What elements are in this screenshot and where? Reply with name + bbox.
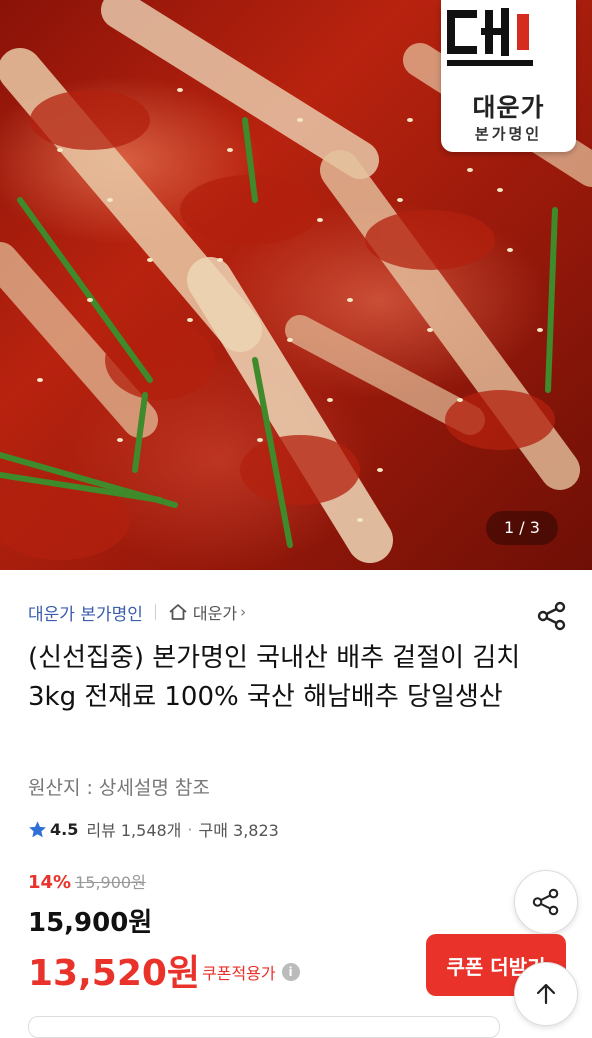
logo-name: 대운가 xyxy=(472,93,545,122)
share-icon xyxy=(532,888,559,916)
review-count[interactable]: 리뷰 1,548개 xyxy=(86,817,181,841)
brand-row: 대운가 본가명인 대운가 › xyxy=(28,600,246,625)
brand-logo: 대운가 본가명인 xyxy=(441,0,576,152)
store-home-link[interactable]: 대운가 › xyxy=(168,600,246,624)
chevron-right-icon: › xyxy=(240,603,247,621)
info-icon[interactable]: i xyxy=(281,963,300,981)
home-icon xyxy=(169,604,187,620)
rating-row[interactable]: 4.5 리뷰 1,548개 · 구매 3,823 xyxy=(28,817,279,841)
star-icon xyxy=(29,820,46,837)
logo-mark-icon xyxy=(443,4,539,68)
product-title: (신선집중) 본가명인 국내산 배추 겉절이 김치 3kg 전재료 100% 국… xyxy=(28,643,521,712)
original-price: 15,900원 xyxy=(75,873,146,892)
image-counter: 1 / 3 xyxy=(486,511,558,545)
discount-rate: 14% xyxy=(28,872,72,893)
coupon-price: 13,520원 xyxy=(28,953,201,994)
share-icon[interactable] xyxy=(536,600,568,632)
coupon-note: 쿠폰적용가 i xyxy=(202,960,300,984)
arrow-up-icon xyxy=(536,983,556,1005)
origin-info: 원산지 : 상세설명 참조 xyxy=(28,777,210,799)
logo-subtitle: 본가명인 xyxy=(474,125,543,143)
separator-dot: · xyxy=(187,819,193,839)
share-button[interactable] xyxy=(514,870,578,934)
bottom-option-bar[interactable] xyxy=(28,1016,500,1038)
store-name: 대운가 xyxy=(192,604,238,623)
brand-link[interactable]: 대운가 본가명인 xyxy=(28,600,143,625)
purchase-count: 구매 3,823 xyxy=(198,821,279,840)
scroll-to-top-button[interactable] xyxy=(514,962,578,1026)
discount-row: 14% 15,900원 xyxy=(28,869,146,893)
rating-score: 4.5 xyxy=(50,819,79,839)
sale-price: 15,900원 xyxy=(28,908,153,938)
divider xyxy=(154,604,156,620)
coupon-note-label: 쿠폰적용가 xyxy=(202,964,276,983)
product-image[interactable]: 대운가 본가명인 1 / 3 xyxy=(0,0,592,570)
